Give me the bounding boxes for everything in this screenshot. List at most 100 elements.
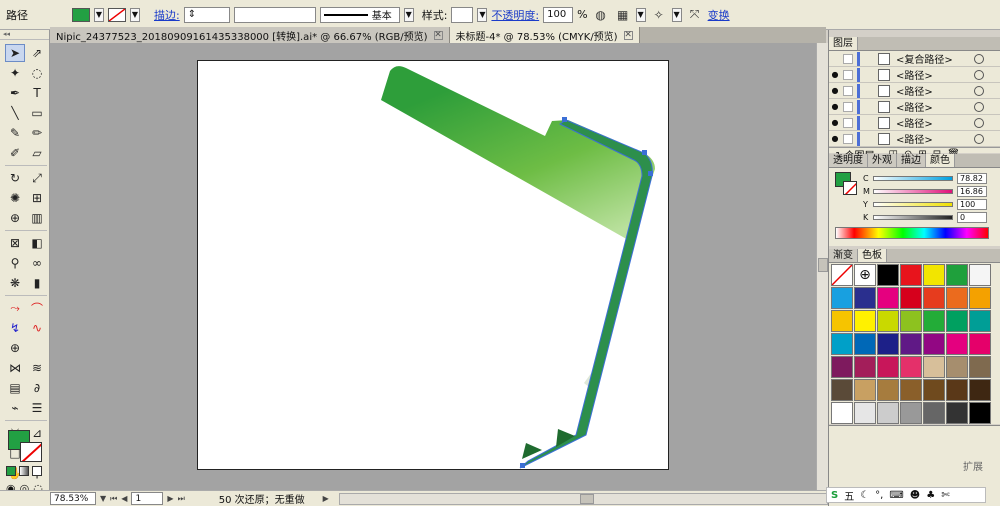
tab-color-panel[interactable]: 透明度 [829,154,868,167]
column-graph-tool-icon[interactable]: ▮ [27,274,47,292]
color-swatch[interactable] [854,356,876,378]
blob-brush-tool-icon[interactable]: ✐ [5,144,25,162]
layer-row[interactable]: <复合路径> [829,51,1000,67]
paintbrush-tool-icon[interactable]: ✎ [5,124,25,142]
last-page-icon[interactable]: ⏭ [178,494,185,504]
symbol-sprayer-tool-icon[interactable]: ❋ [5,274,25,292]
color-swatch[interactable] [923,310,945,332]
opacity-input[interactable]: 100 [543,6,574,23]
color-swatch[interactable] [877,402,899,424]
color-swatch[interactable] [831,333,853,355]
crystallize-tool-icon[interactable]: ⌁ [5,399,25,417]
color-swatch[interactable] [854,310,876,332]
lasso-tool-icon[interactable]: ◌ [27,64,47,82]
next-page-icon[interactable]: ▶ [167,494,173,503]
tab-swatches-panel[interactable]: 渐变 [829,249,858,262]
direct-selection-tool-icon[interactable]: ⇗ [27,44,47,62]
twirl-tool-icon[interactable]: ∂ [27,379,47,397]
color-swatch[interactable] [969,264,991,286]
color-swatch[interactable] [831,287,853,309]
panel-grip[interactable]: ◂◂ [0,30,49,40]
close-icon[interactable]: ✕ [433,30,443,40]
color-swatch[interactable] [900,287,922,309]
lock-toggle[interactable] [843,53,853,64]
free-transform-tool-icon[interactable]: ⊞ [27,189,47,207]
layer-row[interactable]: ● <路径> [829,115,1000,131]
gradient-tool-icon[interactable]: ◧ [27,234,47,252]
expand-arrows-icon[interactable]: ⤧ [686,6,704,24]
color-swatch[interactable] [946,402,968,424]
align-dropdown[interactable]: ▼ [635,7,646,22]
folder-shape[interactable] [381,66,655,241]
scroll-thumb[interactable] [579,493,594,504]
tab-color-panel[interactable]: 颜色 [926,154,955,167]
color-swatch[interactable] [900,310,922,332]
canvas-area[interactable] [50,43,826,490]
shape-builder-tool-icon[interactable]: ⊕ [5,209,25,227]
ime-logo-icon[interactable]: S [831,490,838,501]
color-swatch[interactable] [900,356,922,378]
flag-warp-tool-icon[interactable]: ≋ [27,359,47,377]
lock-toggle[interactable] [843,101,853,112]
ime-mode[interactable]: 五 [844,488,854,503]
color-swatch[interactable] [831,402,853,424]
tab-layers[interactable]: 图层 [829,37,858,50]
layer-row[interactable]: ● <路径> [829,99,1000,115]
pencil-tool-icon[interactable]: ✏ [27,124,47,142]
slider-track[interactable] [873,202,953,207]
zoom-dropdown-icon[interactable]: ▼ [100,494,106,503]
color-swatch[interactable] [854,333,876,355]
color-swatch[interactable] [923,264,945,286]
color-swatch[interactable] [969,310,991,332]
tab-color-panel[interactable]: 描边 [897,154,926,167]
layer-row[interactable]: ● <路径> [829,83,1000,99]
moon-icon[interactable]: ☾ [860,490,869,501]
rectangle-tool-icon[interactable]: ▭ [27,104,47,122]
graph-tool-icon[interactable]: ▤ [5,379,25,397]
slider-track[interactable] [873,189,953,194]
layer-row[interactable]: ● <路径> [829,131,1000,147]
magic-wand-tool-icon[interactable]: ✦ [5,64,25,82]
doc-tab-2[interactable]: 未标题-4* @ 78.53% (CMYK/预览) ✕ [449,27,640,43]
color-swatch[interactable] [923,287,945,309]
stroke-dropdown-arrow[interactable]: ▼ [130,7,140,22]
stroke-link[interactable]: 描边: [154,7,180,23]
stroke-none-swatch[interactable] [108,7,126,22]
target-tool-icon[interactable]: ⊕ [5,339,25,357]
align-tool-icon[interactable]: ☰ [27,399,47,417]
isolate-dropdown[interactable]: ▼ [671,7,682,22]
color-mode-icon[interactable] [6,466,16,476]
target-icon[interactable] [974,101,984,112]
transform-link[interactable]: 变换 [708,7,730,23]
color-swatch[interactable] [923,402,945,424]
color-swatch[interactable] [946,264,968,286]
lock-toggle[interactable] [843,117,853,128]
eye-icon[interactable]: ● [829,134,841,143]
color-swatch[interactable] [854,402,876,424]
color-swatch[interactable] [831,356,853,378]
color-swatch[interactable] [969,379,991,401]
color-swatch[interactable] [946,310,968,332]
fill-dropdown-arrow[interactable]: ▼ [94,7,104,22]
color-swatch[interactable] [831,310,853,332]
curve-tool-icon[interactable]: ⌒ [27,299,47,317]
variable-width-field[interactable] [233,6,316,23]
eye-icon[interactable]: ● [829,102,841,111]
fill-stroke-widget[interactable] [6,428,46,464]
corner-tool-icon[interactable]: ↯ [5,319,25,337]
perspective-grid-tool-icon[interactable]: ▥ [27,209,47,227]
slider-value-input[interactable]: 78.82 [957,173,987,184]
color-swatch[interactable] [923,356,945,378]
tab-color-panel[interactable]: 外观 [868,154,897,167]
color-swatch[interactable] [877,379,899,401]
width-tool-icon[interactable]: ⤳ [5,299,25,317]
user-icon[interactable]: ☻ [910,490,920,501]
registration-swatch[interactable]: ⊕ [854,264,876,286]
color-swatch[interactable] [877,310,899,332]
zoom-field[interactable]: 78.53% [50,492,96,505]
scroll-thumb[interactable] [818,258,828,272]
target-icon[interactable] [974,53,984,64]
type-tool-icon[interactable]: T [27,84,47,102]
expand-button[interactable]: 扩展 [963,458,983,473]
page-field[interactable]: 1 [131,492,164,505]
